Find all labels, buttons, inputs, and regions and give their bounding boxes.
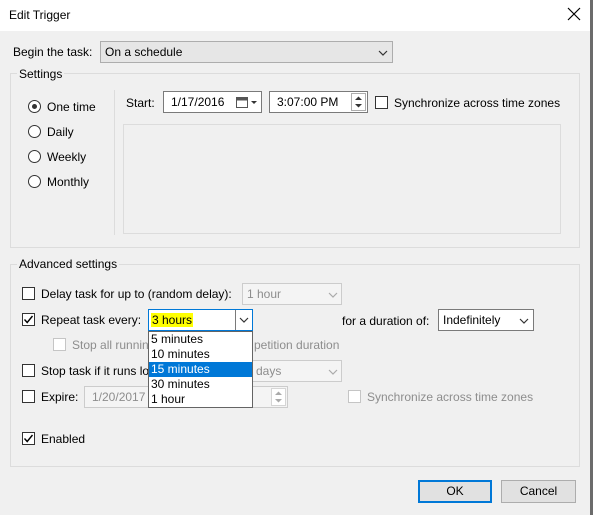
radio-button[interactable] <box>28 150 41 163</box>
sync-timezones-checkbox[interactable] <box>375 96 388 109</box>
stop-task-label: Stop task if it runs lo <box>41 364 150 378</box>
repeat-dropdown-button[interactable] <box>235 310 252 330</box>
advanced-settings-legend: Advanced settings <box>17 257 120 271</box>
radio-button[interactable] <box>28 125 41 138</box>
chevron-down-icon <box>328 366 338 380</box>
repeat-task-checkbox[interactable] <box>22 313 35 326</box>
time-spinner[interactable] <box>271 388 286 406</box>
calendar-icon[interactable] <box>236 96 258 112</box>
expire-sync-label: Synchronize across time zones <box>367 390 534 404</box>
radio-label: Monthly <box>47 175 90 189</box>
radio-label: One time <box>47 100 96 114</box>
ok-button[interactable]: OK <box>418 480 492 503</box>
repeat-task-label: Repeat task every: <box>41 313 142 327</box>
radio-label: Weekly <box>47 150 87 164</box>
start-date-picker[interactable]: 1/17/2016 <box>163 91 262 113</box>
cancel-button[interactable]: Cancel <box>501 480 576 503</box>
radio-button[interactable] <box>28 175 41 188</box>
repeat-interval-combo[interactable]: 3 hours <box>148 309 253 331</box>
expire-label: Expire: <box>41 390 79 404</box>
repeat-option-hovered[interactable]: 15 minutes <box>149 362 252 377</box>
repeat-interval-value: 3 hours <box>151 313 194 327</box>
close-icon[interactable] <box>566 6 582 22</box>
divider <box>114 90 115 235</box>
start-date-value: 1/17/2016 <box>171 95 225 109</box>
stop-task-select[interactable]: days <box>242 360 342 382</box>
chevron-down-icon <box>519 315 529 329</box>
title-bar[interactable]: Edit Trigger <box>0 0 590 31</box>
expire-date-value: 1/20/2017 <box>92 390 146 404</box>
stop-all-running-label-tail: petition duration <box>254 338 340 352</box>
delay-task-label: Delay task for up to (random delay): <box>41 287 232 301</box>
settings-legend: Settings <box>17 67 65 81</box>
repeat-option[interactable]: 30 minutes <box>149 377 252 392</box>
duration-value: Indefinitely <box>443 313 501 327</box>
delay-task-checkbox[interactable] <box>22 287 35 300</box>
chevron-down-icon <box>328 289 338 303</box>
expire-sync-checkbox[interactable] <box>348 390 361 403</box>
start-time-field[interactable]: 3:07:00 PM <box>269 91 368 113</box>
schedule-detail-panel <box>123 124 561 234</box>
start-label: Start: <box>126 96 155 110</box>
enabled-checkbox[interactable] <box>22 432 35 445</box>
begin-task-value: On a schedule <box>105 45 183 59</box>
start-time-value: 3:07:00 PM <box>277 95 339 109</box>
repeat-option[interactable]: 5 minutes <box>149 332 252 347</box>
repeat-option[interactable]: 10 minutes <box>149 347 252 362</box>
stop-task-value: days <box>256 364 282 378</box>
sync-timezones-label: Synchronize across time zones <box>394 96 561 110</box>
begin-task-label: Begin the task: <box>13 45 93 59</box>
window-title: Edit Trigger <box>9 8 71 22</box>
chevron-down-icon <box>378 47 388 61</box>
radio-button[interactable] <box>28 100 41 113</box>
expire-checkbox[interactable] <box>22 390 35 403</box>
time-spinner[interactable] <box>351 93 366 111</box>
stop-task-checkbox[interactable] <box>22 364 35 377</box>
duration-select[interactable]: Indefinitely <box>438 309 534 331</box>
radio-label: Daily <box>47 125 74 139</box>
begin-task-select[interactable]: On a schedule <box>100 41 393 63</box>
stop-all-running-checkbox[interactable] <box>53 338 66 351</box>
repeat-option[interactable]: 1 hour <box>149 392 252 407</box>
delay-select[interactable]: 1 hour <box>242 283 342 305</box>
enabled-label: Enabled <box>41 432 86 446</box>
repeat-interval-dropdown-list[interactable]: 5 minutes 10 minutes 15 minutes 30 minut… <box>148 331 253 408</box>
stop-all-running-label: Stop all runnin <box>72 338 149 352</box>
delay-value: 1 hour <box>247 287 282 301</box>
duration-label: for a duration of: <box>342 314 430 328</box>
